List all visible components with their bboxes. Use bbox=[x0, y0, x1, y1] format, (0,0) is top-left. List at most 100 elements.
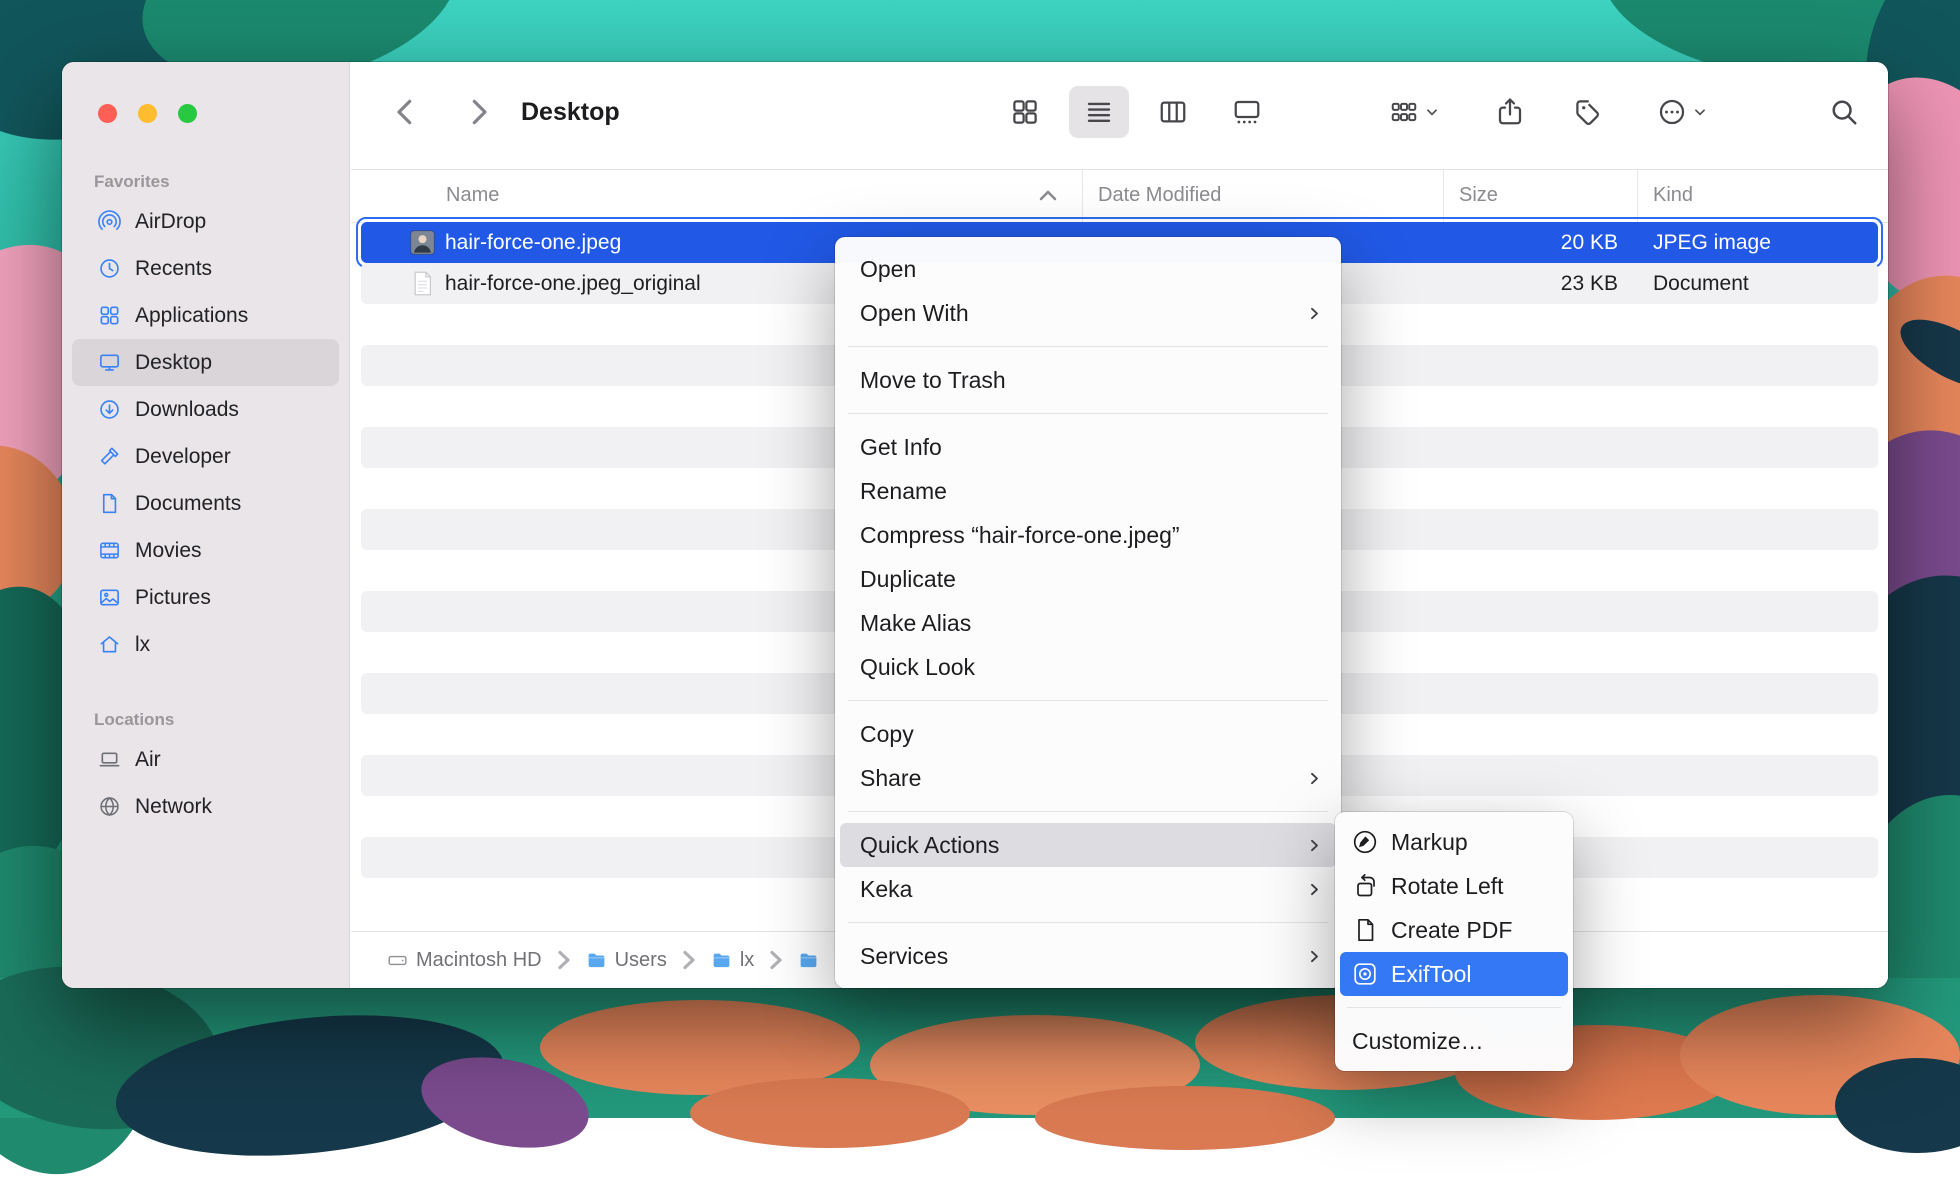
toolbar: Desktop bbox=[351, 62, 1888, 170]
sidebar-item-label: AirDrop bbox=[135, 210, 206, 234]
path-item-lx[interactable]: lx bbox=[711, 949, 754, 972]
submenu-item-exiftool[interactable]: ExifTool bbox=[1340, 952, 1568, 996]
menu-separator bbox=[848, 413, 1328, 414]
submenu-item-label: Customize… bbox=[1352, 1028, 1484, 1055]
file-name: hair-force-one.jpeg_original bbox=[445, 272, 701, 296]
view-list-icon bbox=[1084, 97, 1114, 127]
menu-item-move-to-trash[interactable]: Move to Trash bbox=[840, 358, 1336, 402]
sidebar-item-network[interactable]: Network bbox=[72, 783, 339, 830]
submenu-arrow-icon bbox=[1307, 949, 1322, 964]
file-name: hair-force-one.jpeg bbox=[445, 231, 621, 255]
menu-item-label: Get Info bbox=[860, 434, 942, 461]
sidebar-item-developer[interactable]: Developer bbox=[72, 433, 339, 480]
sidebar-item-movies[interactable]: Movies bbox=[72, 527, 339, 574]
column-header-name[interactable]: Name bbox=[351, 169, 1083, 222]
share-icon bbox=[1495, 97, 1525, 127]
sidebar-item-airdrop[interactable]: AirDrop bbox=[72, 198, 339, 245]
menu-item-duplicate[interactable]: Duplicate bbox=[840, 557, 1336, 601]
column-header-kind[interactable]: Kind bbox=[1638, 169, 1888, 222]
menu-item-copy[interactable]: Copy bbox=[840, 712, 1336, 756]
menu-item-label: Move to Trash bbox=[860, 367, 1006, 394]
submenu-item-create-pdf[interactable]: Create PDF bbox=[1340, 908, 1568, 952]
group-button[interactable] bbox=[1389, 86, 1439, 138]
path-item-users[interactable]: Users bbox=[586, 949, 667, 972]
sidebar-item-air[interactable]: Air bbox=[72, 736, 339, 783]
film-icon bbox=[98, 539, 121, 562]
zoom-button[interactable] bbox=[178, 104, 197, 123]
sidebar-section-favorites: Favorites AirDrop RecentsApplicationsDeskt… bbox=[62, 172, 349, 668]
tag-icon bbox=[1573, 97, 1603, 127]
menu-item-compress-hair-force-one-jpeg[interactable]: Compress “hair-force-one.jpeg” bbox=[840, 513, 1336, 557]
chevron-left-icon bbox=[389, 96, 421, 128]
back-button[interactable] bbox=[389, 86, 421, 138]
menu-item-label: Open With bbox=[860, 300, 969, 327]
sidebar-item-downloads[interactable]: Downloads bbox=[72, 386, 339, 433]
sidebar-item-desktop[interactable]: Desktop bbox=[72, 339, 339, 386]
path-item-label: lx bbox=[740, 949, 754, 972]
view-grid-icon bbox=[1010, 97, 1040, 127]
sidebar-section-label: Favorites bbox=[94, 172, 349, 192]
markup-icon bbox=[1352, 829, 1378, 855]
sidebar-item-label: Network bbox=[135, 795, 212, 819]
sidebar-item-pictures[interactable]: Pictures bbox=[72, 574, 339, 621]
sidebar-item-documents[interactable]: Documents bbox=[72, 480, 339, 527]
menu-item-label: Keka bbox=[860, 876, 912, 903]
sidebar-item-label: Pictures bbox=[135, 586, 211, 610]
sidebar-item-applications[interactable]: Applications bbox=[72, 292, 339, 339]
image-thumbnail-icon bbox=[409, 229, 436, 256]
submenu-item-label: Markup bbox=[1391, 829, 1468, 856]
column-header-date-modified[interactable]: Date Modified bbox=[1083, 169, 1444, 222]
sidebar-item-lx[interactable]: lx bbox=[72, 621, 339, 668]
menu-item-rename[interactable]: Rename bbox=[840, 469, 1336, 513]
menu-item-get-info[interactable]: Get Info bbox=[840, 425, 1336, 469]
menu-separator bbox=[1347, 1007, 1561, 1008]
submenu-item-markup[interactable]: Markup bbox=[1340, 820, 1568, 864]
close-button[interactable] bbox=[98, 104, 117, 123]
clock-icon bbox=[98, 257, 121, 280]
rotate-left-icon bbox=[1352, 873, 1378, 899]
menu-item-open-with[interactable]: Open With bbox=[840, 291, 1336, 335]
menu-item-make-alias[interactable]: Make Alias bbox=[840, 601, 1336, 645]
path-separator-icon bbox=[552, 948, 576, 972]
desktop-icon bbox=[98, 351, 121, 374]
wallpaper-shape bbox=[1035, 1086, 1335, 1150]
submenu-item-rotate-left[interactable]: Rotate Left bbox=[1340, 864, 1568, 908]
minimize-button[interactable] bbox=[138, 104, 157, 123]
view-as-columns-button[interactable] bbox=[1143, 86, 1203, 138]
view-as-gallery-button[interactable] bbox=[1217, 86, 1277, 138]
menu-item-quick-look[interactable]: Quick Look bbox=[840, 645, 1336, 689]
sidebar-item-recents[interactable]: Recents bbox=[72, 245, 339, 292]
menu-item-label: Rename bbox=[860, 478, 947, 505]
submenu-arrow-icon bbox=[1307, 882, 1322, 897]
column-header-size[interactable]: Size bbox=[1444, 169, 1638, 222]
menu-separator bbox=[848, 922, 1328, 923]
hammer-icon bbox=[98, 445, 121, 468]
tag-button[interactable] bbox=[1573, 86, 1603, 138]
sidebar-item-label: Downloads bbox=[135, 398, 239, 422]
submenu-item-customize[interactable]: Customize… bbox=[1340, 1019, 1568, 1063]
menu-item-services[interactable]: Services bbox=[840, 934, 1336, 978]
toolbar-view-buttons bbox=[995, 86, 1277, 138]
share-button[interactable] bbox=[1495, 86, 1525, 138]
search-button[interactable] bbox=[1829, 86, 1859, 138]
menu-item-open[interactable]: Open bbox=[840, 247, 1336, 291]
file-kind: JPEG image bbox=[1638, 231, 1878, 255]
menu-item-quick-actions[interactable]: Quick Actions bbox=[840, 823, 1336, 867]
view-as-list-button[interactable] bbox=[1069, 86, 1129, 138]
view-as-icons-button[interactable] bbox=[995, 86, 1055, 138]
file-kind: Document bbox=[1638, 272, 1878, 296]
more-actions-button[interactable] bbox=[1657, 86, 1707, 138]
submenu-arrow-icon bbox=[1307, 771, 1322, 786]
sidebar-sections: Favorites AirDrop RecentsApplicationsDeskt… bbox=[62, 62, 349, 830]
menu-item-label: Compress “hair-force-one.jpeg” bbox=[860, 522, 1180, 549]
menu-item-share[interactable]: Share bbox=[840, 756, 1336, 800]
photo-icon bbox=[98, 586, 121, 609]
menu-item-keka[interactable]: Keka bbox=[840, 867, 1336, 911]
folder-icon bbox=[798, 950, 819, 971]
context-menu: Open Open With Move to Trash Get Info Rename… bbox=[835, 237, 1341, 988]
path-item-macintosh-hd[interactable]: Macintosh HD bbox=[387, 949, 542, 972]
forward-button[interactable] bbox=[463, 86, 495, 138]
file-size: 23 KB bbox=[1444, 272, 1638, 296]
file-size: 20 KB bbox=[1444, 231, 1638, 255]
path-item-folder[interactable] bbox=[798, 950, 819, 971]
